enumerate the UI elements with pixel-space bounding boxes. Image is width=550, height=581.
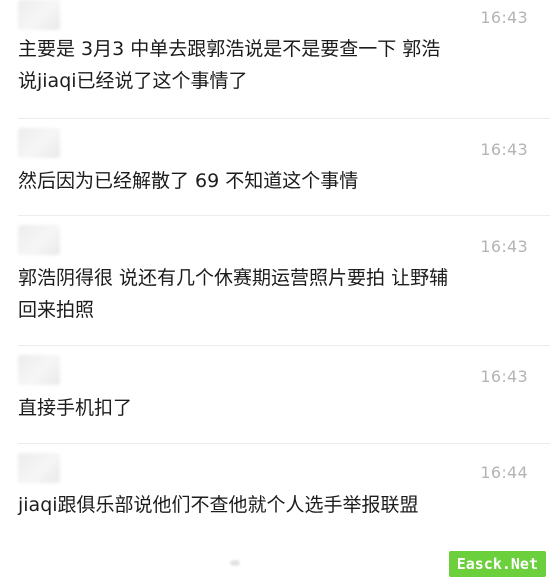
divider xyxy=(18,215,550,216)
message-text: 主要是 3月3 中单去跟郭浩说是不是要查一下 郭浩 说jiaqi已经说了这个事情… xyxy=(18,38,441,92)
message-time: 16:43 xyxy=(480,8,528,27)
message-time: 16:44 xyxy=(480,463,528,482)
avatar[interactable] xyxy=(18,355,60,385)
divider xyxy=(18,443,550,444)
message-text: 郭浩阴得很 说还有几个休赛期运营照片要拍 让野辅 回来拍照 xyxy=(18,267,449,321)
message-text: 然后因为已经解散了 69 不知道这个事情 xyxy=(18,170,359,192)
avatar[interactable] xyxy=(18,128,60,158)
message-time: 16:43 xyxy=(480,140,528,159)
chat-history: 16:43 主要是 3月3 中单去跟郭浩说是不是要查一下 郭浩 说jiaqi已经… xyxy=(0,0,550,581)
divider xyxy=(18,345,550,346)
avatar[interactable] xyxy=(18,225,60,255)
avatar[interactable] xyxy=(18,0,60,30)
message-time: 16:43 xyxy=(480,367,528,386)
message-text: 直接手机扣了 xyxy=(18,397,133,419)
scroll-indicator xyxy=(230,560,240,566)
message-time: 16:43 xyxy=(480,237,528,256)
message-text: jiaqi跟俱乐部说他们不查他就个人选手举报联盟 xyxy=(18,494,419,516)
watermark-logo: Easck.Net xyxy=(448,551,546,577)
avatar[interactable] xyxy=(18,453,60,483)
divider xyxy=(18,118,550,119)
